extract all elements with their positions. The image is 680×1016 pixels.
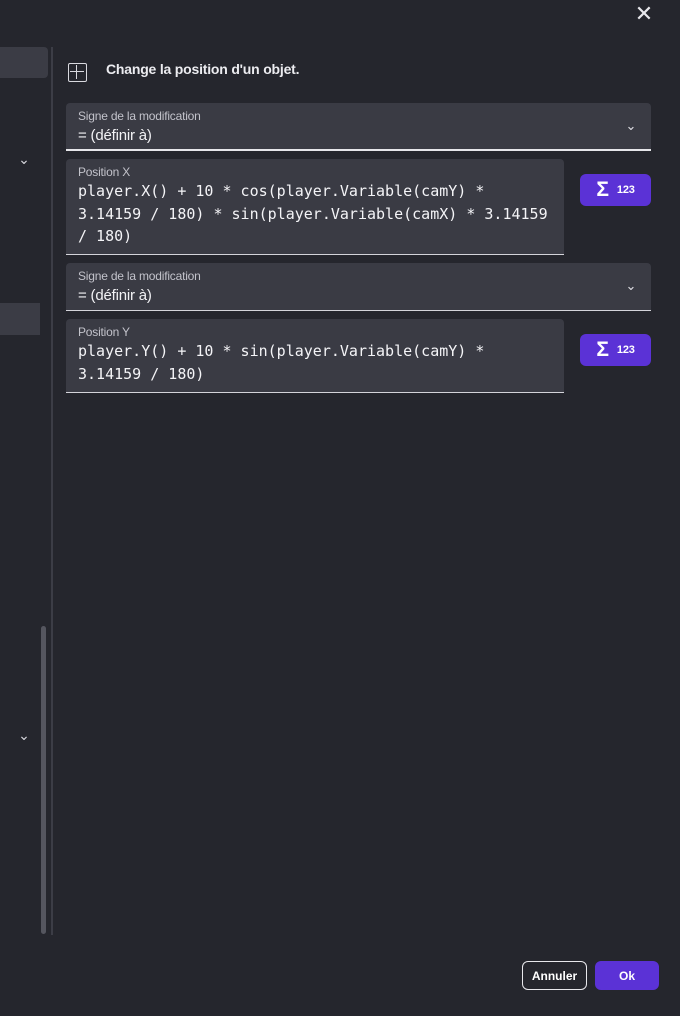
number-badge: 123 (616, 184, 635, 196)
position-y-expression[interactable]: player.Y() + 10 * sin(player.Variable(ca… (78, 340, 552, 385)
select-value: = (définir à) (78, 287, 152, 304)
position-x-field[interactable]: Position X player.X() + 10 * cos(player.… (66, 159, 564, 255)
sigma-icon: Σ (596, 338, 609, 361)
sigma-icon: Σ (596, 178, 609, 201)
panel-divider[interactable] (51, 47, 53, 935)
position-y-field[interactable]: Position Y player.Y() + 10 * sin(player.… (66, 319, 564, 393)
chevron-down-icon: ⌄ (625, 278, 637, 293)
position-x-expression[interactable]: player.X() + 10 * cos(player.Variable(ca… (78, 180, 552, 248)
cancel-button[interactable]: Annuler (522, 961, 587, 990)
chevron-down-icon[interactable]: ⌄ (16, 727, 32, 743)
number-badge: 123 (616, 344, 635, 356)
instruction-editor-dialog: ✕ ⌄ ⌄ Change la position d'un objet. Sig… (0, 0, 680, 1016)
position-grid-icon (68, 63, 87, 82)
modification-sign-select-y[interactable]: Signe de la modification = (définir à) ⌄ (66, 263, 651, 311)
scrollbar[interactable] (41, 626, 46, 934)
chevron-down-icon: ⌄ (625, 118, 637, 133)
chevron-down-icon[interactable]: ⌄ (16, 151, 32, 167)
select-value: = (définir à) (78, 127, 152, 144)
ok-button[interactable]: Ok (595, 961, 659, 990)
close-icon[interactable]: ✕ (632, 3, 656, 27)
left-panel-selected-item[interactable] (0, 303, 40, 335)
field-label: Signe de la modification (78, 109, 201, 123)
expression-editor-button-y[interactable]: Σ 123 (580, 334, 651, 366)
field-label: Signe de la modification (78, 269, 201, 283)
field-label: Position X (78, 165, 131, 179)
instruction-description: Change la position d'un objet. (106, 61, 300, 77)
modification-sign-select-x[interactable]: Signe de la modification = (définir à) ⌄ (66, 103, 651, 151)
left-panel: ⌄ ⌄ (0, 0, 52, 1016)
left-panel-item[interactable] (0, 47, 48, 78)
field-label: Position Y (78, 325, 130, 339)
expression-editor-button-x[interactable]: Σ 123 (580, 174, 651, 206)
